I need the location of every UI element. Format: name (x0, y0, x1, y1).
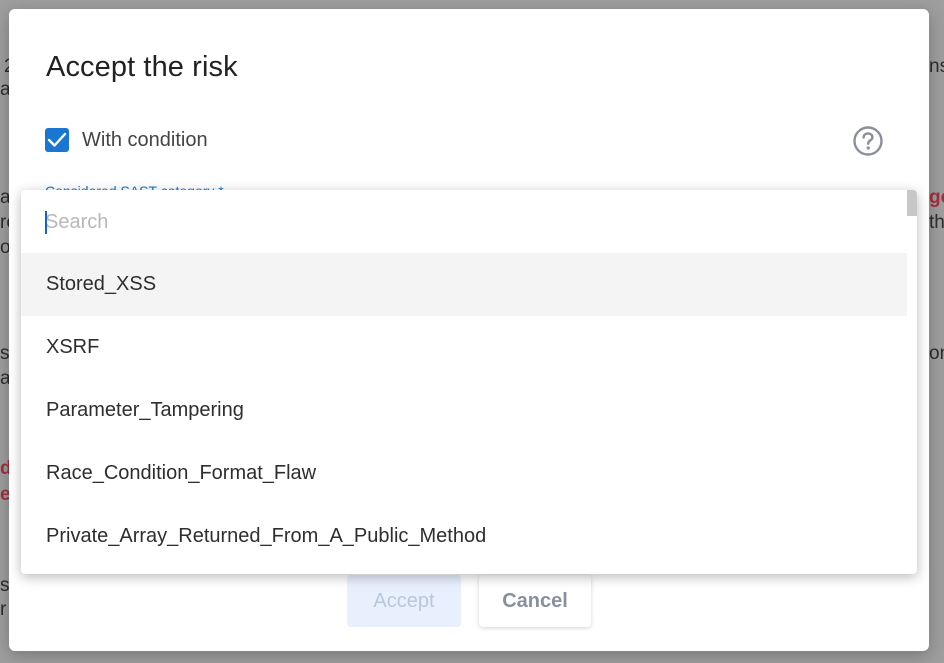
background-text: on (929, 343, 944, 364)
options-list: Stored_XSS XSRF Parameter_Tampering Race… (21, 253, 907, 568)
scrollbar[interactable] (907, 190, 917, 574)
dropdown-option[interactable]: Race_Condition_Format_Flaw (21, 442, 907, 505)
with-condition-label[interactable]: With condition (82, 129, 208, 152)
background-text: r (0, 599, 7, 620)
dropdown-option[interactable]: XSRF (21, 316, 907, 379)
background-text: ns (929, 56, 944, 77)
background-text: ge (929, 187, 944, 208)
dialog-title: Accept the risk (46, 51, 238, 83)
cancel-button[interactable]: Cancel (479, 575, 591, 627)
dropdown-option[interactable]: Stored_XSS (21, 253, 907, 316)
dropdown-option[interactable]: Parameter_Tampering (21, 379, 907, 442)
background-text: th (929, 212, 944, 233)
search-input[interactable] (45, 204, 885, 240)
help-icon[interactable] (852, 125, 884, 157)
text-caret (45, 211, 47, 234)
checkmark-icon (47, 132, 67, 147)
scrollbar-thumb[interactable] (907, 190, 917, 216)
dropdown-option[interactable]: Private_Array_Returned_From_A_Public_Met… (21, 505, 907, 568)
sast-category-dropdown: Stored_XSS XSRF Parameter_Tampering Race… (21, 190, 917, 574)
accept-button[interactable]: Accept (347, 575, 461, 627)
with-condition-checkbox[interactable] (45, 128, 69, 152)
